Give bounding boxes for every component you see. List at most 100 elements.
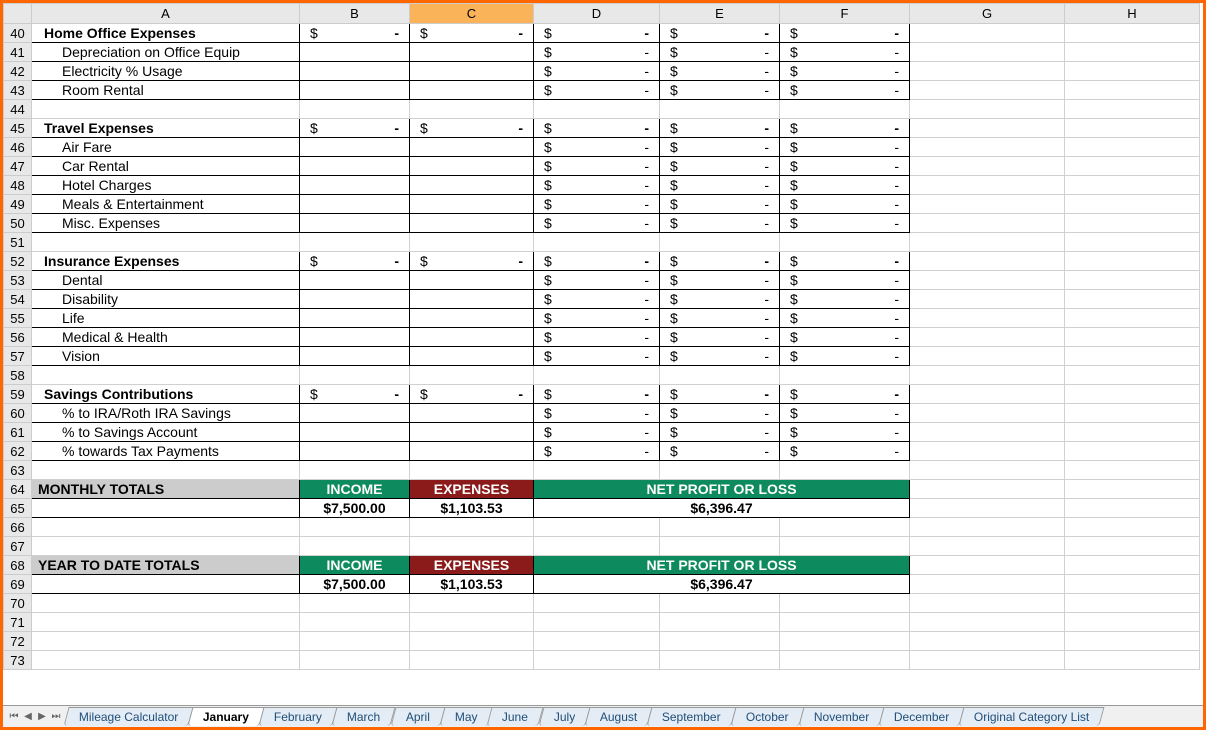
value-cell[interactable] (410, 176, 534, 195)
empty-cell[interactable] (32, 366, 300, 385)
value-cell[interactable] (410, 404, 534, 423)
empty-cell[interactable] (1065, 24, 1200, 43)
value-cell[interactable]: $- (660, 423, 780, 442)
empty-cell[interactable] (32, 651, 300, 670)
empty-cell[interactable] (300, 632, 410, 651)
empty-cell[interactable] (300, 518, 410, 537)
row-header[interactable]: 69 (4, 575, 32, 594)
value-cell[interactable] (300, 214, 410, 233)
value-cell[interactable]: $- (534, 252, 660, 271)
value-cell[interactable] (410, 271, 534, 290)
row-header[interactable]: 41 (4, 43, 32, 62)
empty-cell[interactable] (410, 233, 534, 252)
empty-cell[interactable] (1065, 195, 1200, 214)
subcategory-label[interactable]: Meals & Entertainment (32, 195, 300, 214)
value-cell[interactable] (410, 62, 534, 81)
empty-cell[interactable] (1065, 233, 1200, 252)
col-header-e[interactable]: E (660, 4, 780, 24)
col-header-h[interactable]: H (1065, 4, 1200, 24)
value-cell[interactable]: $- (780, 176, 910, 195)
empty-cell[interactable] (1065, 328, 1200, 347)
value-cell[interactable]: $- (780, 271, 910, 290)
value-cell[interactable] (300, 328, 410, 347)
empty-cell[interactable] (910, 366, 1065, 385)
tab-last-icon[interactable]: ⏭ (49, 710, 63, 724)
value-cell[interactable]: $- (780, 347, 910, 366)
empty-cell[interactable] (780, 233, 910, 252)
empty-cell[interactable] (660, 632, 780, 651)
empty-cell[interactable] (32, 499, 300, 518)
empty-cell[interactable] (910, 594, 1065, 613)
value-cell[interactable]: $- (660, 252, 780, 271)
empty-cell[interactable] (410, 613, 534, 632)
col-header-a[interactable]: A (32, 4, 300, 24)
value-cell[interactable]: $- (534, 81, 660, 100)
row-header[interactable]: 55 (4, 309, 32, 328)
empty-cell[interactable] (910, 233, 1065, 252)
value-cell[interactable]: $- (534, 328, 660, 347)
value-cell[interactable]: $- (780, 24, 910, 43)
value-cell[interactable]: $- (780, 290, 910, 309)
value-cell[interactable]: $- (534, 347, 660, 366)
row-header[interactable]: 43 (4, 81, 32, 100)
empty-cell[interactable] (1065, 366, 1200, 385)
value-cell[interactable]: $- (660, 214, 780, 233)
value-cell[interactable]: $- (534, 62, 660, 81)
value-cell[interactable] (410, 309, 534, 328)
value-cell[interactable]: $- (534, 309, 660, 328)
value-cell[interactable]: $- (534, 404, 660, 423)
row-header[interactable]: 54 (4, 290, 32, 309)
empty-cell[interactable] (660, 518, 780, 537)
empty-cell[interactable] (910, 347, 1065, 366)
subcategory-label[interactable]: Car Rental (32, 157, 300, 176)
empty-cell[interactable] (910, 252, 1065, 271)
empty-cell[interactable] (910, 613, 1065, 632)
value-cell[interactable]: $- (410, 24, 534, 43)
col-header-g[interactable]: G (910, 4, 1065, 24)
empty-cell[interactable] (910, 442, 1065, 461)
subcategory-label[interactable]: % towards Tax Payments (32, 442, 300, 461)
value-cell[interactable]: $- (780, 442, 910, 461)
subcategory-label[interactable]: Electricity % Usage (32, 62, 300, 81)
value-cell[interactable]: $- (300, 119, 410, 138)
empty-cell[interactable] (1065, 651, 1200, 670)
empty-cell[interactable] (1065, 290, 1200, 309)
empty-cell[interactable] (1065, 271, 1200, 290)
select-all-corner[interactable] (4, 4, 32, 24)
value-cell[interactable]: $- (780, 328, 910, 347)
empty-cell[interactable] (910, 404, 1065, 423)
row-header[interactable]: 46 (4, 138, 32, 157)
empty-cell[interactable] (1065, 556, 1200, 575)
value-cell[interactable] (300, 62, 410, 81)
empty-cell[interactable] (32, 613, 300, 632)
row-header[interactable]: 65 (4, 499, 32, 518)
value-cell[interactable]: $- (660, 138, 780, 157)
empty-cell[interactable] (534, 537, 660, 556)
value-cell[interactable]: $- (534, 423, 660, 442)
empty-cell[interactable] (780, 537, 910, 556)
value-cell[interactable]: $- (534, 271, 660, 290)
empty-cell[interactable] (780, 613, 910, 632)
row-header[interactable]: 56 (4, 328, 32, 347)
row-header[interactable]: 52 (4, 252, 32, 271)
sheet-tab-june[interactable]: June (487, 707, 544, 726)
empty-cell[interactable] (910, 176, 1065, 195)
value-cell[interactable] (410, 195, 534, 214)
empty-cell[interactable] (32, 518, 300, 537)
value-cell[interactable] (300, 347, 410, 366)
empty-cell[interactable] (1065, 157, 1200, 176)
empty-cell[interactable] (1065, 480, 1200, 499)
col-header-f[interactable]: F (780, 4, 910, 24)
empty-cell[interactable] (910, 24, 1065, 43)
value-cell[interactable]: $- (780, 309, 910, 328)
subcategory-label[interactable]: Life (32, 309, 300, 328)
col-header-b[interactable]: B (300, 4, 410, 24)
value-cell[interactable] (300, 404, 410, 423)
empty-cell[interactable] (910, 556, 1065, 575)
empty-cell[interactable] (534, 651, 660, 670)
empty-cell[interactable] (300, 233, 410, 252)
empty-cell[interactable] (780, 100, 910, 119)
empty-cell[interactable] (410, 594, 534, 613)
row-header[interactable]: 44 (4, 100, 32, 119)
empty-cell[interactable] (780, 366, 910, 385)
